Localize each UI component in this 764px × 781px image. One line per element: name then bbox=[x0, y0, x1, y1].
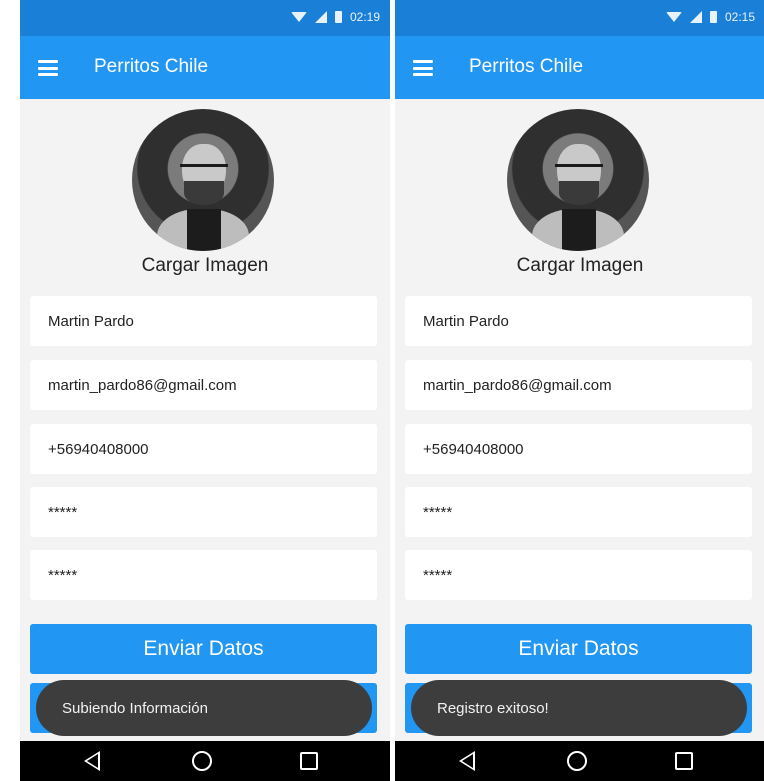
send-data-button[interactable]: Enviar Datos bbox=[30, 624, 377, 674]
email-field[interactable]: martin_pardo86@gmail.com bbox=[405, 360, 752, 410]
phone-screen-right: 02:15 Perritos Chile Cargar Imagen Marti… bbox=[395, 0, 764, 781]
back-icon[interactable] bbox=[84, 751, 100, 771]
recent-apps-icon[interactable] bbox=[300, 752, 318, 770]
status-time: 02:15 bbox=[724, 10, 755, 24]
wifi-icon bbox=[290, 12, 307, 22]
battery-icon bbox=[334, 11, 342, 23]
name-field[interactable]: Martin Pardo bbox=[30, 296, 377, 346]
email-field[interactable]: martin_pardo86@gmail.com bbox=[30, 360, 377, 410]
phone-field[interactable]: +56940408000 bbox=[30, 424, 377, 474]
password-field[interactable]: ***** bbox=[30, 487, 377, 537]
password-field[interactable]: ***** bbox=[405, 487, 752, 537]
navigation-bar bbox=[20, 741, 390, 781]
app-title: Perritos Chile bbox=[94, 56, 209, 77]
name-field[interactable]: Martin Pardo bbox=[405, 296, 752, 346]
profile-avatar[interactable] bbox=[507, 109, 649, 251]
confirm-password-field[interactable]: ***** bbox=[30, 550, 377, 600]
signal-icon bbox=[689, 11, 702, 23]
toast-message: Registro exitoso! bbox=[411, 680, 747, 736]
recent-apps-icon[interactable] bbox=[675, 752, 693, 770]
back-icon[interactable] bbox=[459, 751, 475, 771]
app-bar: Perritos Chile bbox=[395, 36, 764, 99]
home-icon[interactable] bbox=[567, 751, 587, 771]
status-bar: 02:15 bbox=[395, 0, 764, 36]
battery-icon bbox=[709, 11, 717, 23]
signal-icon bbox=[314, 11, 327, 23]
send-data-button[interactable]: Enviar Datos bbox=[405, 624, 752, 674]
toast-message: Subiendo Información bbox=[36, 680, 372, 736]
profile-avatar[interactable] bbox=[132, 109, 274, 251]
menu-icon[interactable] bbox=[38, 60, 58, 76]
upload-image-link[interactable]: Cargar Imagen bbox=[395, 255, 764, 277]
phone-field[interactable]: +56940408000 bbox=[405, 424, 752, 474]
status-time: 02:19 bbox=[349, 10, 380, 24]
app-bar: Perritos Chile bbox=[20, 36, 390, 99]
wifi-icon bbox=[665, 12, 682, 22]
app-title: Perritos Chile bbox=[469, 56, 584, 77]
navigation-bar bbox=[395, 741, 764, 781]
menu-icon[interactable] bbox=[413, 60, 433, 76]
home-icon[interactable] bbox=[192, 751, 212, 771]
upload-image-link[interactable]: Cargar Imagen bbox=[20, 255, 390, 277]
status-bar: 02:19 bbox=[20, 0, 390, 36]
confirm-password-field[interactable]: ***** bbox=[405, 550, 752, 600]
phone-screen-left: 02:19 Perritos Chile Cargar Imagen Marti… bbox=[20, 0, 390, 781]
